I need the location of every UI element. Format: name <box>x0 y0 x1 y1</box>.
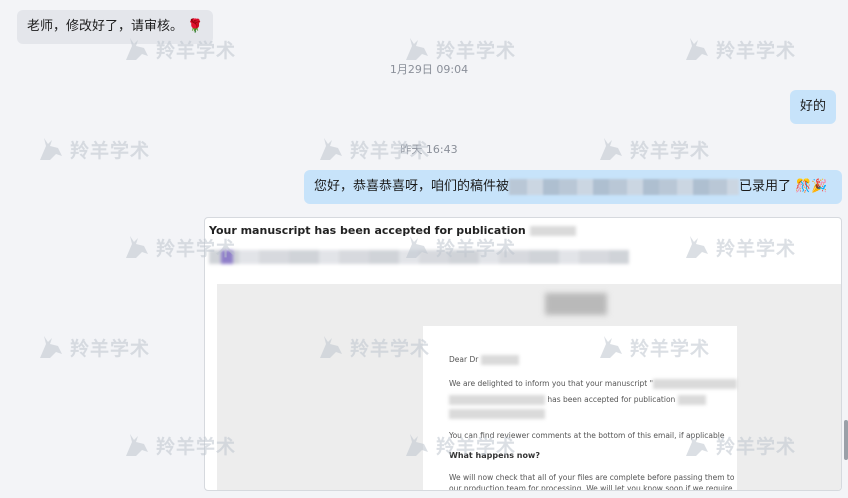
redacted-text <box>529 226 576 236</box>
message-bubble-outgoing[interactable]: 您好，恭喜恭喜呀，咱们的稿件被 已录用了 🎊🎉 <box>304 170 842 204</box>
watermark: 羚羊学术 <box>682 34 796 64</box>
rose-emoji-icon: 🌹 <box>187 19 204 34</box>
antelope-icon <box>40 336 62 358</box>
email-line: We will now check that all of your files… <box>449 473 735 482</box>
email-line: You can find reviewer comments at the bo… <box>449 431 725 440</box>
email-line <box>449 408 545 419</box>
antelope-icon <box>600 138 622 160</box>
timestamp: 昨天 16:43 <box>400 143 458 156</box>
antelope-icon <box>126 434 148 456</box>
watermark: 羚羊学术 <box>36 332 150 362</box>
email-screenshot-card[interactable]: Your manuscript has been accepted for pu… <box>204 217 842 491</box>
message-bubble-incoming[interactable]: 老师，修改好了，请审核。 🌹 <box>17 10 214 44</box>
email-subject: Your manuscript has been accepted for pu… <box>209 224 576 237</box>
watermark-text: 羚羊学术 <box>630 139 711 162</box>
email-heading: What happens now? <box>449 451 540 460</box>
email-line: has been accepted for publication <box>449 394 706 405</box>
email-greeting: Dear Dr <box>449 354 519 365</box>
watermark-text: 羚羊学术 <box>436 39 517 62</box>
message-text: 老师，修改好了，请审核。 <box>27 19 184 34</box>
message-text: 好的 <box>800 99 827 114</box>
publisher-logo <box>545 293 607 315</box>
party-emoji-icon: 🎊🎉 <box>795 179 828 194</box>
watermark-text: 羚羊学术 <box>70 139 151 162</box>
antelope-icon <box>406 38 428 60</box>
redacted-text <box>509 178 740 195</box>
email-line: our production team for processing. We w… <box>449 484 733 491</box>
message-text-before: 您好，恭喜恭喜呀，咱们的稿件被 <box>314 179 510 194</box>
watermark: 羚羊学术 <box>596 134 710 164</box>
scrollbar-thumb[interactable] <box>844 420 848 460</box>
timestamp: 1月29日 09:04 <box>389 63 469 76</box>
message-bubble-outgoing[interactable]: 好的 <box>790 90 837 124</box>
antelope-icon <box>686 38 708 60</box>
antelope-icon <box>126 236 148 258</box>
email-body: Dear Dr We are delighted to inform you t… <box>423 326 738 491</box>
watermark-text: 羚羊学术 <box>70 337 151 360</box>
watermark: 羚羊学术 <box>402 34 516 64</box>
email-line: We are delighted to inform you that your… <box>449 378 738 389</box>
message-text-after: 已录用了 <box>739 179 792 194</box>
watermark: 羚羊学术 <box>36 134 150 164</box>
antelope-icon <box>40 138 62 160</box>
watermark-text: 羚羊学术 <box>716 39 797 62</box>
redacted-sender-bar <box>209 250 629 264</box>
chat-window: 羚羊学术 羚羊学术 羚羊学术 羚羊学术 羚羊学术 羚羊学术 羚羊学术 羚羊学术 … <box>0 0 848 498</box>
antelope-icon <box>320 138 342 160</box>
